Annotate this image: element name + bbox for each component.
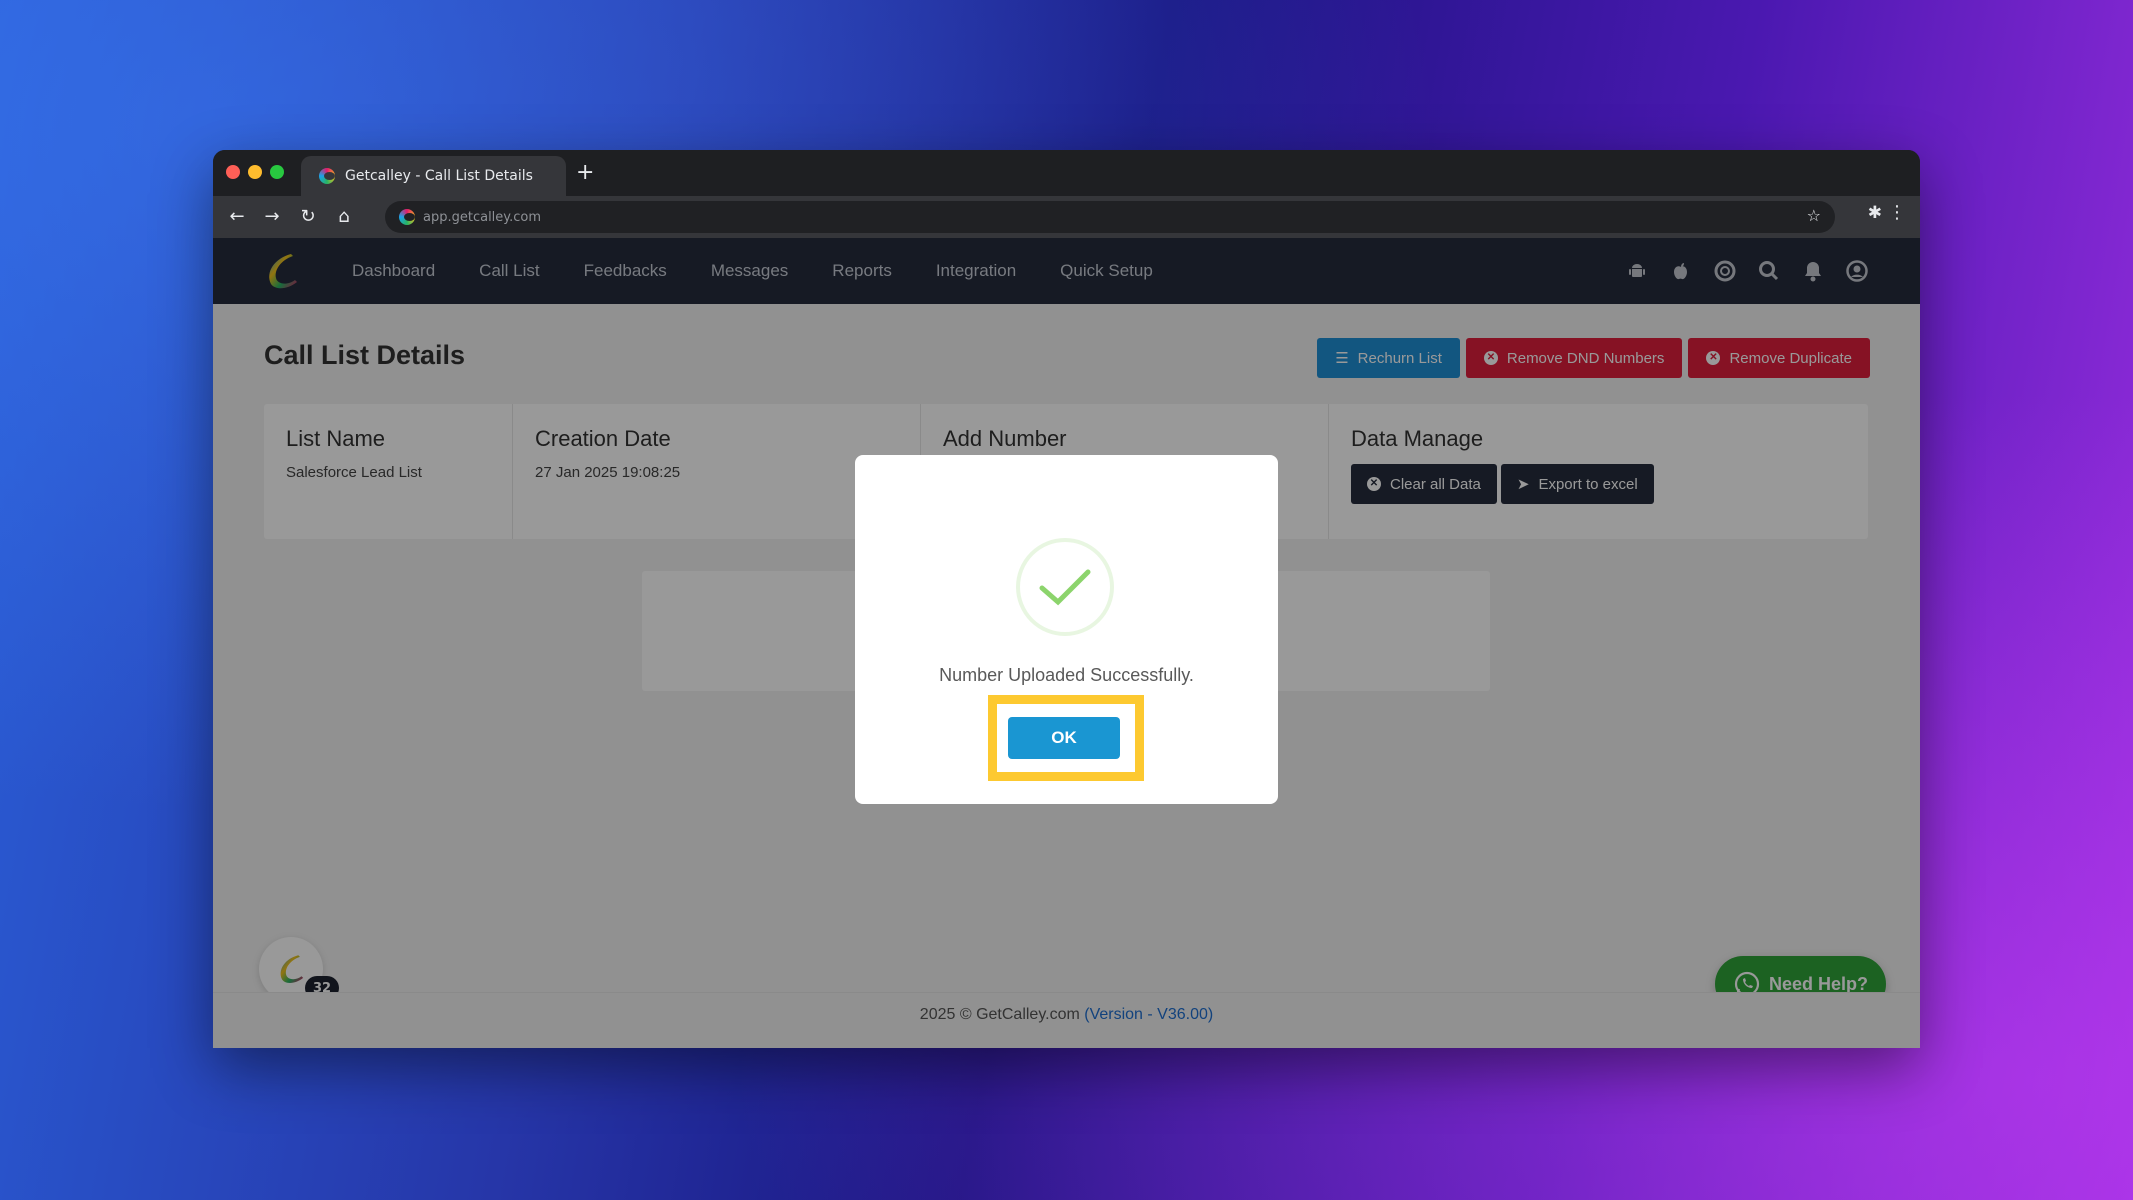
- favicon-icon: [319, 168, 335, 184]
- browser-tab[interactable]: Getcalley - Call List Details: [301, 156, 566, 196]
- url-input[interactable]: app.getcalley.com ☆: [385, 201, 1835, 233]
- browser-window: Getcalley - Call List Details + ← → ↻ ⌂ …: [213, 150, 1920, 1048]
- tab-bar: Getcalley - Call List Details +: [213, 150, 1920, 196]
- tab-title: Getcalley - Call List Details: [345, 168, 533, 184]
- minimize-window-button[interactable]: [248, 165, 262, 179]
- dialog-message: Number Uploaded Successfully.: [939, 665, 1194, 685]
- maximize-window-button[interactable]: [270, 165, 284, 179]
- url-text: app.getcalley.com: [423, 209, 542, 225]
- home-icon[interactable]: ⌂: [332, 205, 356, 229]
- extensions-icon[interactable]: ✱: [1868, 203, 1882, 223]
- close-window-button[interactable]: [226, 165, 240, 179]
- forward-icon[interactable]: →: [260, 205, 284, 229]
- page-viewport: Dashboard Call List Feedbacks Messages R…: [213, 238, 1920, 1048]
- browser-menu-icon[interactable]: ⋮: [1888, 202, 1906, 223]
- back-icon[interactable]: ←: [225, 205, 249, 229]
- success-check-icon: [1016, 538, 1114, 636]
- address-bar: ← → ↻ ⌂ app.getcalley.com ☆ ✱ ⋮: [213, 196, 1920, 238]
- ok-button[interactable]: OK: [1008, 717, 1120, 759]
- success-dialog: Number Uploaded Successfully. OK: [855, 455, 1278, 804]
- reload-icon[interactable]: ↻: [296, 205, 320, 229]
- site-icon: [399, 209, 415, 225]
- bookmark-star-icon[interactable]: ☆: [1807, 206, 1821, 225]
- new-tab-button[interactable]: +: [576, 158, 594, 188]
